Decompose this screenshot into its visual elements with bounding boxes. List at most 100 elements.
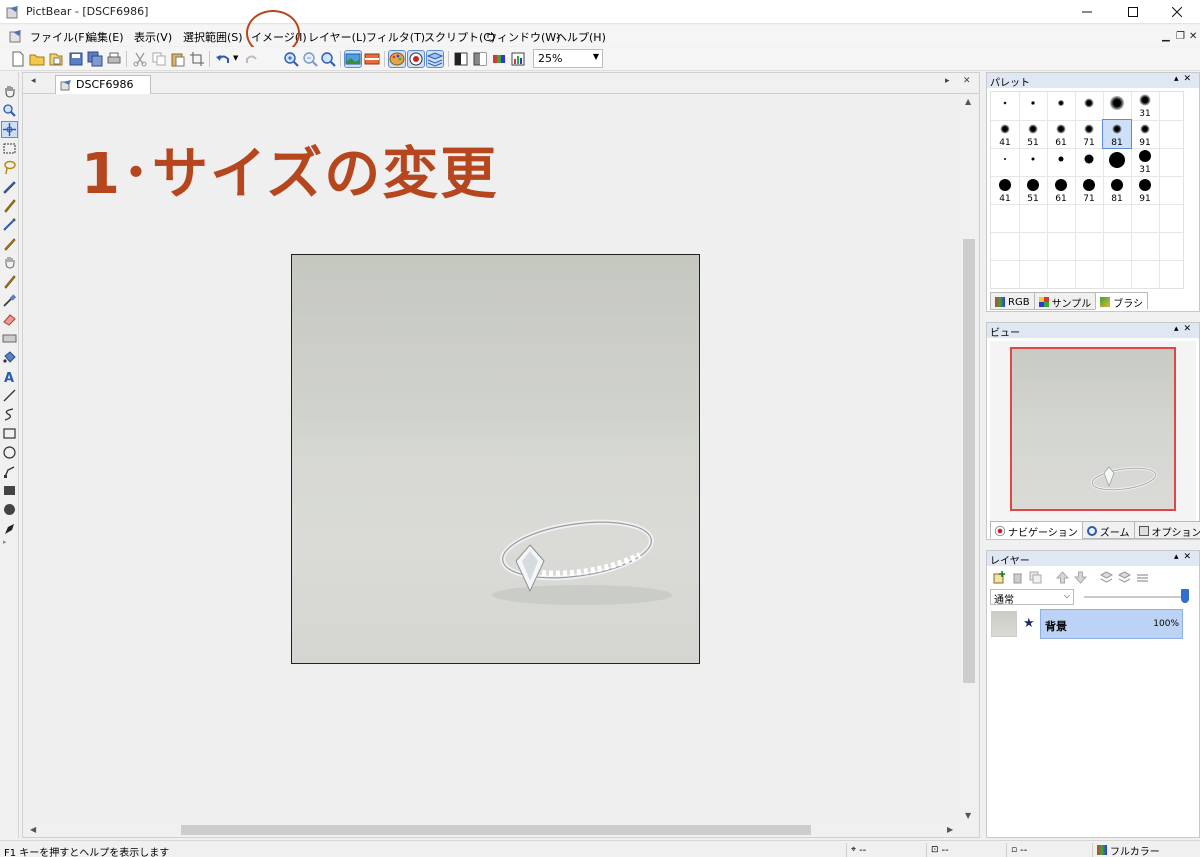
filled-polygon-tool-icon[interactable]	[2, 521, 17, 536]
mdi-minimize-icon[interactable]: ▁	[1162, 31, 1170, 42]
brush-item[interactable]: 81	[1103, 176, 1131, 204]
more-tools-icon[interactable]: ▸	[3, 538, 7, 546]
polyline-tool-icon[interactable]	[2, 464, 17, 479]
ellipse-tool-icon[interactable]	[2, 445, 17, 460]
zoom-out-icon[interactable]	[302, 51, 318, 67]
fill-tool-icon[interactable]	[2, 350, 17, 365]
paste-icon[interactable]	[170, 51, 186, 67]
copy-icon[interactable]	[151, 51, 167, 67]
minimize-button[interactable]	[1064, 0, 1110, 24]
tab-brushes[interactable]: ブラシ	[1095, 292, 1149, 310]
tab-prev-icon[interactable]: ◂	[31, 76, 36, 86]
tab-options[interactable]: オプション	[1133, 521, 1200, 539]
menu-file[interactable]: ファイル(F)	[30, 29, 89, 45]
brush-item[interactable]	[1047, 148, 1075, 176]
filled-rectangle-tool-icon[interactable]	[2, 483, 17, 498]
tab-next-icon[interactable]: ▸	[945, 76, 950, 86]
move-layer-down-icon[interactable]	[1074, 571, 1087, 584]
horizontal-scrollbar[interactable]: ◀ ▶	[27, 823, 961, 837]
view-image-icon[interactable]	[344, 50, 362, 68]
move-layer-up-icon[interactable]	[1056, 571, 1069, 584]
brush-item[interactable]: 61	[1047, 176, 1075, 204]
brush-item[interactable]	[1075, 148, 1103, 176]
airbrush-tool-icon[interactable]	[2, 217, 17, 232]
tab-rgb[interactable]: RGB	[990, 292, 1035, 310]
horizontal-scroll-thumb[interactable]	[181, 825, 811, 835]
undo-icon[interactable]	[215, 51, 231, 67]
cut-icon[interactable]	[132, 51, 148, 67]
vertical-scrollbar[interactable]: ▲ ▼	[961, 95, 977, 823]
close-button[interactable]	[1154, 0, 1200, 24]
open-recent-icon[interactable]	[48, 51, 64, 67]
vertical-scroll-thumb[interactable]	[963, 239, 975, 683]
lasso-tool-icon[interactable]	[2, 160, 17, 175]
menu-view[interactable]: 表示(V)	[134, 29, 172, 45]
brush-grid[interactable]: 31 41 51 61 71 81 91 31 41 51 61 71 81 9…	[990, 91, 1184, 289]
eyedropper-tool-icon[interactable]	[2, 293, 17, 308]
menu-window[interactable]: ウィンドウ(W)	[486, 29, 560, 45]
menu-selection[interactable]: 選択範囲(S)	[183, 29, 243, 45]
zoom-in-icon[interactable]	[283, 51, 299, 67]
filled-ellipse-tool-icon[interactable]	[2, 502, 17, 517]
opacity-slider-thumb[interactable]	[1181, 589, 1189, 603]
new-file-icon[interactable]	[10, 51, 26, 67]
tab-navigation[interactable]: ナビゲーション	[990, 521, 1083, 539]
zoom-select[interactable]: 25% ▼	[533, 49, 603, 68]
redo-icon[interactable]	[244, 51, 260, 67]
maximize-button[interactable]	[1110, 0, 1156, 24]
brush-item[interactable]: 61	[1047, 120, 1075, 148]
smudge-tool-icon[interactable]	[2, 255, 17, 270]
navigator-panel-icon[interactable]	[407, 50, 425, 68]
undo-dropdown-icon[interactable]: ▼	[233, 54, 238, 62]
flatten-icon[interactable]	[1136, 571, 1149, 584]
brush-item[interactable]	[991, 92, 1019, 120]
brush-item[interactable]	[1103, 148, 1131, 176]
panel-controls-icon[interactable]: ▴✕	[1174, 324, 1196, 334]
view-layer-icon[interactable]	[364, 51, 380, 67]
pen-tool-icon[interactable]	[2, 179, 17, 194]
brush-item[interactable]: 31	[1131, 92, 1159, 120]
layer-row[interactable]: ★ 背景 100%	[990, 609, 1185, 639]
scroll-down-icon[interactable]: ▼	[965, 811, 971, 820]
merge-up-icon[interactable]	[1100, 571, 1113, 584]
layer-item[interactable]: 背景 100%	[1040, 609, 1183, 639]
print-icon[interactable]	[106, 51, 122, 67]
curve-tool-icon[interactable]	[2, 407, 17, 422]
opacity-slider-track[interactable]	[1084, 596, 1188, 598]
rect-select-tool-icon[interactable]	[2, 141, 17, 156]
document-tab[interactable]: DSCF6986	[55, 75, 151, 94]
brush-item[interactable]: 51	[1019, 120, 1047, 148]
eraser-tool-icon[interactable]	[2, 312, 17, 327]
brush-item[interactable]: 71	[1075, 120, 1103, 148]
brush-item[interactable]	[1047, 92, 1075, 120]
panel-controls-icon[interactable]: ▴✕	[1174, 552, 1196, 562]
document-close-icon[interactable]: ✕	[963, 76, 971, 86]
rectangle-tool-icon[interactable]	[2, 426, 17, 441]
delete-layer-icon[interactable]	[1011, 571, 1024, 584]
zoom-actual-icon[interactable]	[320, 51, 336, 67]
canvas-area[interactable]: 1･サイズの変更	[27, 95, 961, 823]
brush-item[interactable]: 41	[991, 176, 1019, 204]
blend-mode-select[interactable]: 通常 ⌵	[990, 589, 1074, 606]
crop-icon[interactable]	[189, 51, 205, 67]
mdi-restore-icon[interactable]: ❐	[1176, 31, 1185, 42]
brush-item[interactable]: 91	[1131, 120, 1159, 148]
menu-filter[interactable]: フィルタ(T)	[366, 29, 425, 45]
brush-tool-icon[interactable]	[2, 198, 17, 213]
color-balance-icon[interactable]	[491, 51, 507, 67]
brush-item[interactable]	[1019, 148, 1047, 176]
panel-controls-icon[interactable]: ▴✕	[1174, 74, 1196, 84]
scroll-up-icon[interactable]: ▲	[965, 97, 971, 106]
brush-item-selected[interactable]: 81	[1102, 119, 1132, 149]
menu-edit[interactable]: 編集(E)	[86, 29, 124, 45]
menu-layer[interactable]: レイヤー(L)	[308, 29, 366, 45]
brush-item[interactable]: 71	[1075, 176, 1103, 204]
menu-script[interactable]: スクリプト(C)	[424, 29, 495, 45]
brush-item[interactable]: 41	[991, 120, 1019, 148]
move-tool-icon[interactable]	[1, 121, 18, 138]
new-layer-icon[interactable]	[993, 571, 1006, 584]
brush-item[interactable]: 31	[1131, 148, 1159, 176]
tone-icon[interactable]	[472, 51, 488, 67]
brush-item[interactable]	[1075, 92, 1103, 120]
hand-tool-icon[interactable]	[2, 84, 17, 99]
